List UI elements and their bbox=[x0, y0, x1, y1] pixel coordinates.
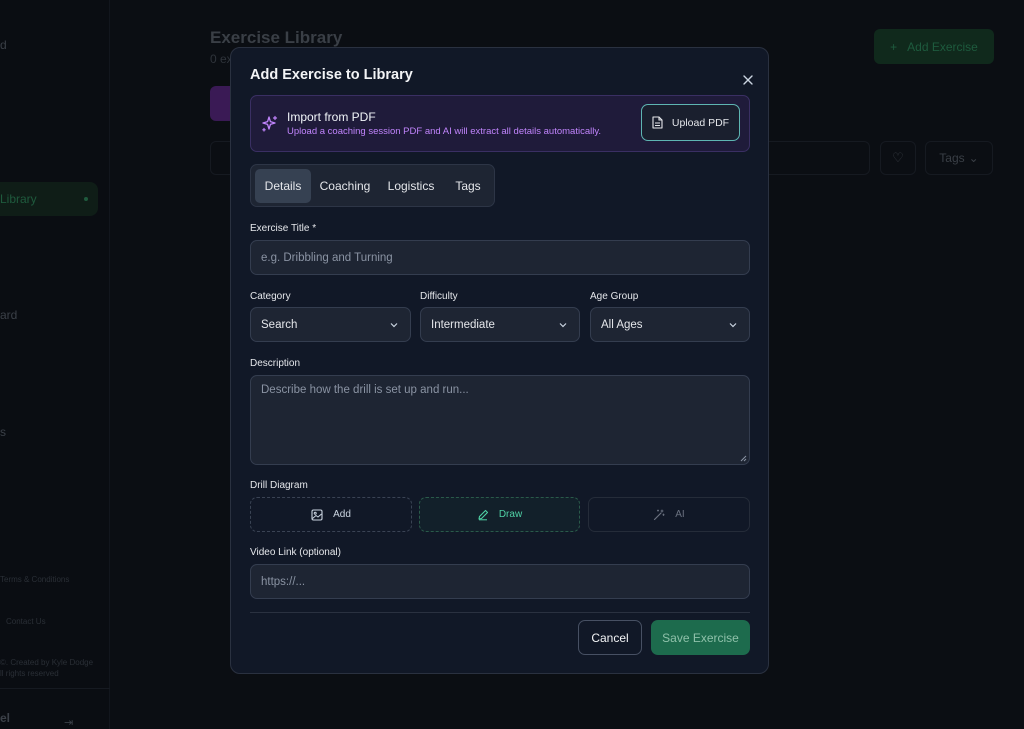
draw-diagram-label: Draw bbox=[498, 509, 523, 520]
cancel-button[interactable]: Cancel bbox=[578, 620, 642, 655]
tab-details[interactable]: Details bbox=[255, 169, 311, 203]
sidebar: d Library ard s Terms & Conditions Conta… bbox=[0, 0, 110, 729]
sidebar-item-board: ard bbox=[0, 308, 18, 322]
plus-icon: + bbox=[890, 39, 898, 54]
tags-label: Tags bbox=[939, 151, 965, 165]
upload-pdf-button[interactable]: Upload PDF bbox=[641, 104, 740, 141]
description-label: Description bbox=[250, 358, 301, 369]
category-select[interactable]: Search bbox=[250, 307, 411, 342]
exercise-title-label: Exercise Title * bbox=[250, 223, 317, 234]
import-pdf-panel: Import from PDF Upload a coaching sessio… bbox=[250, 95, 750, 152]
difficulty-select[interactable]: Intermediate bbox=[420, 307, 580, 342]
sidebar-item-label: Library bbox=[0, 192, 37, 206]
resize-handle-icon[interactable] bbox=[739, 454, 747, 462]
logout-icon: ⇥ bbox=[64, 717, 74, 729]
import-title: Import from PDF bbox=[287, 110, 376, 124]
sparkles-icon bbox=[262, 115, 278, 132]
ai-diagram-label: AI bbox=[675, 509, 685, 520]
copyright-line-2: ll rights reserved bbox=[0, 669, 59, 678]
sidebar-item-other: s bbox=[0, 425, 6, 439]
sidebar-item-library: Library bbox=[0, 182, 98, 216]
age-group-label: Age Group bbox=[590, 291, 639, 302]
ai-diagram-button[interactable]: AI bbox=[588, 497, 750, 532]
heart-icon: ♡ bbox=[880, 141, 916, 175]
chevron-down-icon: ⌄ bbox=[968, 151, 979, 165]
active-dot bbox=[84, 197, 88, 201]
import-subtitle: Upload a coaching session PDF and AI wil… bbox=[287, 126, 602, 137]
tab-tags[interactable]: Tags bbox=[445, 169, 491, 203]
chevron-down-icon bbox=[390, 323, 398, 328]
category-label: Category bbox=[250, 291, 291, 302]
difficulty-label: Difficulty bbox=[420, 291, 458, 302]
chevron-down-icon bbox=[729, 323, 737, 328]
file-icon bbox=[652, 116, 663, 129]
tab-coaching[interactable]: Coaching bbox=[313, 169, 377, 203]
video-link-input[interactable] bbox=[250, 564, 750, 599]
footer-divider bbox=[250, 612, 750, 613]
modal-title: Add Exercise to Library bbox=[250, 67, 413, 83]
magic-wand-icon bbox=[654, 509, 665, 520]
terms-link: Terms & Conditions bbox=[0, 575, 70, 584]
upload-pdf-label: Upload PDF bbox=[671, 116, 730, 129]
add-diagram-label: Add bbox=[333, 509, 351, 520]
close-icon[interactable] bbox=[740, 72, 756, 88]
sidebar-item-dashboard: d bbox=[0, 38, 7, 52]
page-title: Exercise Library bbox=[210, 28, 343, 47]
user-name: el bbox=[0, 711, 11, 725]
copyright-line-1: ©. Created by Kyle Dodge bbox=[0, 658, 94, 667]
sidebar-divider bbox=[0, 688, 110, 689]
drill-diagram-label: Drill Diagram bbox=[250, 480, 308, 491]
add-exercise-button: + Add Exercise bbox=[874, 29, 994, 64]
exercise-title-input[interactable] bbox=[250, 240, 750, 275]
tab-logistics[interactable]: Logistics bbox=[381, 169, 441, 203]
video-link-label: Video Link (optional) bbox=[250, 547, 341, 558]
contact-link: Contact Us bbox=[6, 617, 46, 626]
modal-tabs: Details Coaching Logistics Tags bbox=[250, 164, 495, 207]
difficulty-value: Intermediate bbox=[431, 318, 495, 331]
description-textarea[interactable] bbox=[250, 375, 750, 465]
draw-diagram-button[interactable]: Draw bbox=[419, 497, 580, 532]
category-value: Search bbox=[261, 318, 298, 331]
age-group-value: All Ages bbox=[601, 318, 643, 331]
add-exercise-modal: Add Exercise to Library Import from PDF … bbox=[230, 47, 769, 674]
add-diagram-button[interactable]: Add bbox=[250, 497, 412, 532]
image-icon bbox=[311, 508, 323, 521]
add-exercise-label: Add Exercise bbox=[907, 39, 978, 54]
save-exercise-button[interactable]: Save Exercise bbox=[651, 620, 750, 655]
pencil-icon bbox=[478, 509, 488, 520]
age-group-select[interactable]: All Ages bbox=[590, 307, 750, 342]
tags-filter-button: Tags ⌄ bbox=[925, 141, 993, 175]
chevron-down-icon bbox=[559, 323, 567, 328]
